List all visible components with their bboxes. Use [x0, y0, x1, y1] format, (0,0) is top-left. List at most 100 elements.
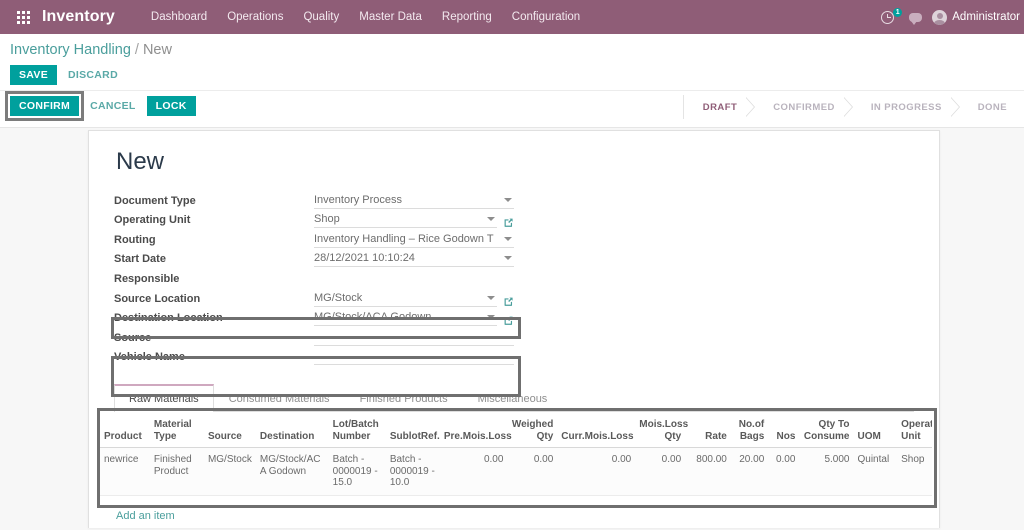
cell-uom[interactable]: Quintal	[853, 447, 898, 496]
cell-source[interactable]: MG/Stock	[203, 447, 256, 496]
menu-quality[interactable]: Quality	[293, 5, 349, 29]
field-row-document-type: Document Type Inventory Process	[114, 189, 514, 209]
external-link-icon-destination-location[interactable]	[503, 315, 514, 326]
chevron-down-icon[interactable]	[504, 236, 512, 241]
cancel-button[interactable]: CANCEL	[88, 96, 138, 116]
external-link-icon-source-location[interactable]	[503, 296, 514, 307]
cell-nos[interactable]: 0.00	[768, 447, 800, 496]
menu-master-data[interactable]: Master Data	[349, 5, 432, 29]
field-row-responsible: Responsible	[114, 267, 514, 287]
lines-table: Product Material Type Source Destination…	[100, 414, 932, 496]
main-menu-bar: Dashboard Operations Quality Master Data…	[141, 5, 590, 29]
chevron-down-icon[interactable]	[504, 256, 512, 261]
app-brand-name[interactable]: Inventory	[42, 8, 115, 26]
cell-pre-mois-loss[interactable]: 0.00	[439, 447, 508, 496]
field-value-responsible[interactable]	[314, 271, 514, 287]
menu-operations[interactable]: Operations	[217, 5, 293, 29]
status-step-draft[interactable]: DRAFT	[682, 95, 756, 119]
cell-mois-loss-qty[interactable]: 0.00	[635, 447, 686, 496]
discard-button[interactable]: DISCARD	[66, 65, 120, 85]
col-sublot-ref[interactable]: SublotRef.	[385, 414, 440, 448]
chat-bubble-icon[interactable]	[909, 12, 923, 25]
cell-sublot-ref[interactable]: Batch - 0000019 - 10.0	[385, 447, 440, 496]
add-an-item-link[interactable]: Add an item	[116, 510, 175, 522]
status-step-confirmed[interactable]: CONFIRMED	[754, 95, 853, 119]
avatar	[932, 9, 948, 25]
col-pre-mois-loss[interactable]: Pre.Mois.Loss	[439, 414, 512, 448]
lock-button[interactable]: LOCK	[146, 96, 196, 116]
cell-no-of-bags[interactable]: 20.00	[730, 447, 769, 496]
source-location-text: MG/Stock	[314, 291, 363, 304]
menu-dashboard[interactable]: Dashboard	[141, 5, 217, 29]
col-material-type[interactable]: Material Type	[149, 414, 204, 448]
chevron-down-icon[interactable]	[487, 295, 495, 300]
field-value-start-date[interactable]: 28/12/2021 10:10:24	[314, 251, 514, 268]
navbar-right-tools: 1 Administrator	[881, 0, 1024, 34]
col-destination[interactable]: Destination	[255, 414, 329, 448]
document-type-text: Inventory Process	[314, 193, 403, 206]
apps-menu-button[interactable]	[8, 10, 38, 24]
field-value-destination-location[interactable]: MG/Stock/ACA Godown	[314, 310, 497, 327]
field-value-operating-unit[interactable]: Shop	[314, 212, 497, 229]
col-mois-loss-qty[interactable]: Mois.Loss Qty	[635, 414, 688, 448]
cell-weighed-qty[interactable]: 0.00	[507, 447, 558, 496]
save-button[interactable]: SAVE	[10, 65, 58, 85]
col-no-of-bags[interactable]: No.of Bags	[730, 414, 769, 448]
tab-miscellaneous[interactable]: Miscellaneous	[463, 384, 563, 412]
status-pipeline: DRAFT CONFIRMED IN PROGRESS DONE	[682, 95, 1024, 119]
record-form: Document Type Inventory Process Operatin…	[114, 189, 514, 366]
col-operating-unit[interactable]: Operating Unit	[897, 414, 932, 448]
record-action-bar: CONFIRM CANCEL LOCK	[4, 91, 196, 121]
col-qty-to-consume[interactable]: Qty To Consume	[799, 414, 854, 448]
cell-curr-mois-loss[interactable]: 0.00	[557, 447, 636, 496]
tab-consumed-materials[interactable]: Consumed Materials	[214, 384, 345, 412]
col-rate[interactable]: Rate	[685, 414, 731, 448]
field-value-vehicle-name[interactable]	[314, 349, 514, 366]
table-row[interactable]: newrice Finished Product MG/Stock MG/Sto…	[100, 447, 932, 496]
menu-reporting[interactable]: Reporting	[432, 5, 502, 29]
cell-rate[interactable]: 800.00	[685, 447, 731, 496]
external-link-icon-operating-unit[interactable]	[503, 217, 514, 228]
col-lot-batch-number[interactable]: Lot/Batch Number	[328, 414, 386, 448]
cell-operating-unit[interactable]: Shop	[897, 447, 932, 496]
record-sheet: New Document Type Inventory Process Oper…	[88, 130, 940, 528]
field-value-source-location[interactable]: MG/Stock	[314, 291, 497, 307]
status-step-in-progress[interactable]: IN PROGRESS	[851, 95, 960, 119]
col-source[interactable]: Source	[203, 414, 256, 448]
cell-material-type[interactable]: Finished Product	[149, 447, 204, 496]
field-row-operating-unit: Operating Unit Shop	[114, 209, 514, 229]
chevron-down-icon[interactable]	[487, 217, 495, 222]
confirm-button[interactable]: CONFIRM	[4, 91, 85, 121]
chevron-down-icon[interactable]	[487, 315, 495, 320]
col-product[interactable]: Product	[100, 414, 150, 448]
chevron-down-icon[interactable]	[504, 197, 512, 202]
field-value-source[interactable]	[314, 330, 514, 346]
tab-finished-products[interactable]: Finished Products	[345, 384, 463, 412]
field-label-routing: Routing	[114, 233, 156, 246]
cell-lot-batch-number[interactable]: Batch - 0000019 - 15.0	[328, 447, 386, 496]
cell-product[interactable]: newrice	[100, 447, 150, 496]
breadcrumb-separator: /	[134, 42, 139, 58]
field-row-start-date: Start Date 28/12/2021 10:10:24	[114, 248, 514, 268]
field-label-vehicle-name: Vehicle Name	[114, 351, 185, 364]
breadcrumb-parent[interactable]: Inventory Handling	[10, 42, 131, 58]
field-row-routing: Routing Inventory Handling – Rice Godown…	[114, 228, 514, 248]
activities-button[interactable]: 1	[881, 8, 903, 26]
cell-destination[interactable]: MG/Stock/ACA Godown	[255, 447, 329, 496]
tab-raw-materials[interactable]: Raw Materials	[114, 384, 214, 412]
field-row-vehicle-name: Vehicle Name	[114, 346, 514, 366]
destination-location-text: MG/Stock/ACA Godown	[314, 311, 432, 324]
user-name-label: Administrator	[952, 11, 1020, 23]
col-nos[interactable]: Nos	[768, 414, 800, 448]
field-value-document-type[interactable]: Inventory Process	[314, 193, 514, 209]
page-title: New	[116, 148, 165, 175]
field-label-operating-unit: Operating Unit	[114, 214, 191, 227]
field-value-routing[interactable]: Inventory Handling – Rice Godown T	[314, 232, 514, 248]
col-weighed-qty[interactable]: Weighed Qty	[507, 414, 558, 448]
col-curr-mois-loss[interactable]: Curr.Mois.Loss	[557, 414, 636, 448]
col-uom[interactable]: UOM	[853, 414, 898, 448]
menu-configuration[interactable]: Configuration	[502, 5, 590, 29]
cell-qty-to-consume[interactable]: 5.000	[799, 447, 854, 496]
user-menu[interactable]: Administrator	[932, 9, 1020, 25]
status-step-done[interactable]: DONE	[958, 95, 1024, 119]
